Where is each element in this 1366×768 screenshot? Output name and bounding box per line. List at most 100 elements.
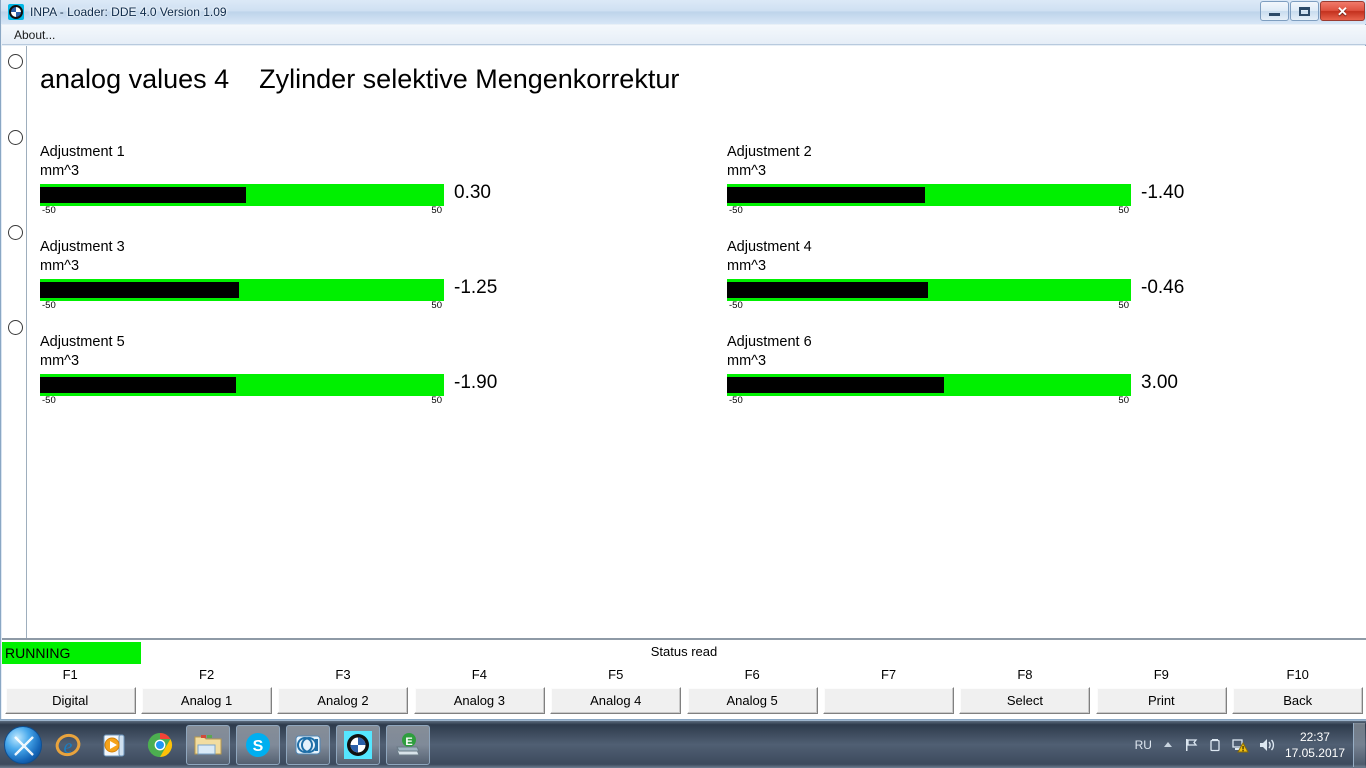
gauge-bar-fill bbox=[40, 282, 239, 298]
minimize-button[interactable] bbox=[1260, 1, 1289, 21]
fkey-f3: F3 Analog 2 bbox=[275, 666, 411, 714]
gauge-bar-track bbox=[727, 374, 1131, 396]
window-title: INPA - Loader: DDE 4.0 Version 1.09 bbox=[30, 5, 227, 19]
fkey-f4: F4 Analog 3 bbox=[411, 666, 547, 714]
google-chrome-icon[interactable] bbox=[140, 725, 180, 765]
gauge-value: 0.30 bbox=[454, 182, 491, 203]
gauge-label: Adjustment 5 bbox=[40, 334, 125, 350]
fkey-f5: F5 Analog 4 bbox=[548, 666, 684, 714]
fkey-button-print[interactable]: Print bbox=[1095, 687, 1227, 714]
fkey-button-digital[interactable]: Digital bbox=[4, 687, 136, 714]
gauge-label: Adjustment 6 bbox=[727, 334, 812, 350]
tray-language[interactable]: RU bbox=[1135, 738, 1152, 752]
gauge-adjustment-5: Adjustment 5 mm^3 -1.90 -50 50 bbox=[40, 333, 510, 408]
fkey-name: F2 bbox=[199, 667, 215, 682]
gutter-circle-4[interactable] bbox=[8, 320, 23, 335]
menu-item-about[interactable]: About... bbox=[6, 27, 63, 43]
fkey-name: F10 bbox=[1286, 667, 1309, 682]
internet-explorer-icon[interactable]: e bbox=[48, 725, 88, 765]
fkey-name: F7 bbox=[880, 667, 897, 682]
gauge-scale: -50 50 bbox=[40, 300, 444, 313]
fkey-button-select[interactable]: Select bbox=[959, 687, 1091, 714]
skype-icon[interactable]: S bbox=[236, 724, 280, 765]
clock-date: 17.05.2017 bbox=[1284, 746, 1345, 760]
gauge-adjustment-6: Adjustment 6 mm^3 3.00 -50 50 bbox=[727, 333, 1197, 408]
media-player-icon[interactable] bbox=[94, 725, 134, 765]
gauge-scale-max: 50 bbox=[1118, 395, 1129, 406]
fkey-f1: F1 Digital bbox=[2, 666, 138, 714]
client-area: analog values 4 Zylinder selektive Menge… bbox=[2, 46, 1366, 638]
gauge-scale: -50 50 bbox=[727, 205, 1131, 218]
media-app-icon[interactable] bbox=[286, 724, 330, 765]
fkey-button-analog-2[interactable]: Analog 2 bbox=[277, 687, 409, 714]
fkey-name: F6 bbox=[744, 667, 760, 682]
fkey-button-analog-3[interactable]: Analog 3 bbox=[413, 687, 545, 714]
minimize-icon bbox=[1269, 13, 1280, 16]
gauge-adjustment-4: Adjustment 4 mm^3 -0.46 -50 50 bbox=[727, 238, 1197, 313]
battery-icon[interactable] bbox=[1208, 737, 1222, 753]
gauge-scale: -50 50 bbox=[727, 300, 1131, 313]
gauge-unit: mm^3 bbox=[40, 258, 80, 274]
fkey-button-back[interactable]: Back bbox=[1232, 687, 1364, 714]
maximize-icon bbox=[1299, 6, 1310, 16]
gauge-bar-fill bbox=[727, 282, 929, 298]
ediabas-icon[interactable]: E bbox=[386, 724, 430, 765]
gauge-scale: -50 50 bbox=[727, 395, 1131, 408]
gauge-unit: mm^3 bbox=[727, 163, 767, 179]
gauge-bar-row: 3.00 bbox=[727, 372, 1197, 396]
gauge-bar-track bbox=[727, 279, 1131, 301]
fkey-name: F3 bbox=[335, 667, 351, 682]
gauge-bar-fill bbox=[40, 377, 237, 393]
fkey-f6: F6 Analog 5 bbox=[684, 666, 820, 714]
form-surface: analog values 4 Zylinder selektive Menge… bbox=[26, 46, 1366, 638]
gauge-bar-row: -1.90 bbox=[40, 372, 510, 396]
file-explorer-icon[interactable] bbox=[186, 724, 230, 765]
maximize-button[interactable] bbox=[1290, 1, 1319, 21]
fkey-button-analog-1[interactable]: Analog 1 bbox=[141, 687, 273, 714]
gauge-bar-row: -0.46 bbox=[727, 277, 1197, 301]
close-button[interactable]: ✕ bbox=[1320, 1, 1365, 21]
gauge-value: 3.00 bbox=[1141, 372, 1178, 393]
gauge-label: Adjustment 3 bbox=[40, 239, 125, 255]
left-gutter bbox=[2, 46, 26, 638]
show-desktop-button[interactable] bbox=[1353, 723, 1365, 767]
fkey-button-analog-5[interactable]: Analog 5 bbox=[686, 687, 818, 714]
gauge-value: -1.25 bbox=[454, 277, 498, 298]
window-controls: ✕ bbox=[1259, 1, 1365, 21]
system-tray: RU 22:37 17.05.2017 bbox=[1135, 721, 1366, 768]
gauge-value: -0.46 bbox=[1141, 277, 1185, 298]
fkey-f10: F10 Back bbox=[1230, 666, 1366, 714]
volume-icon[interactable] bbox=[1258, 737, 1276, 753]
flag-action-center-icon[interactable] bbox=[1183, 737, 1199, 753]
gauge-scale: -50 50 bbox=[40, 395, 444, 408]
gauge-bar-track bbox=[40, 374, 444, 396]
network-warning-icon[interactable] bbox=[1231, 737, 1249, 753]
fkey-name: F4 bbox=[471, 667, 487, 682]
gutter-circle-3[interactable] bbox=[8, 225, 23, 240]
gutter-circle-2[interactable] bbox=[8, 130, 23, 145]
gutter-circle-1[interactable] bbox=[8, 54, 23, 69]
gauge-unit: mm^3 bbox=[40, 353, 80, 369]
gauge-bar-track bbox=[40, 184, 444, 206]
gauge-bar-fill bbox=[40, 187, 247, 203]
gauge-adjustment-1: Adjustment 1 mm^3 0.30 -50 50 bbox=[40, 143, 510, 218]
bmw-inpa-icon[interactable] bbox=[336, 724, 380, 765]
gauge-bar-track bbox=[40, 279, 444, 301]
gauge-bar-row: 0.30 bbox=[40, 182, 510, 206]
taskbar-clock[interactable]: 22:37 17.05.2017 bbox=[1285, 729, 1345, 761]
status-message: Status read bbox=[650, 644, 718, 659]
screen: INPA - Loader: DDE 4.0 Version 1.09 ✕ Ab… bbox=[0, 0, 1366, 768]
page-title: analog values 4 Zylinder selektive Menge… bbox=[40, 64, 680, 94]
gauge-scale-min: -50 bbox=[42, 395, 56, 406]
windows-start-icon[interactable] bbox=[4, 725, 42, 764]
gauge-scale-min: -50 bbox=[729, 395, 743, 406]
fkey-name: F9 bbox=[1153, 667, 1169, 682]
svg-text:E: E bbox=[405, 736, 412, 748]
svg-text:e: e bbox=[64, 736, 73, 758]
gauge-bar-fill bbox=[727, 377, 945, 393]
fkey-button-empty[interactable] bbox=[823, 687, 955, 714]
show-hidden-icons-arrow[interactable] bbox=[1162, 739, 1174, 751]
fkey-button-analog-4[interactable]: Analog 4 bbox=[550, 687, 682, 714]
gauge-scale-max: 50 bbox=[431, 205, 442, 216]
gauge-unit: mm^3 bbox=[727, 353, 767, 369]
